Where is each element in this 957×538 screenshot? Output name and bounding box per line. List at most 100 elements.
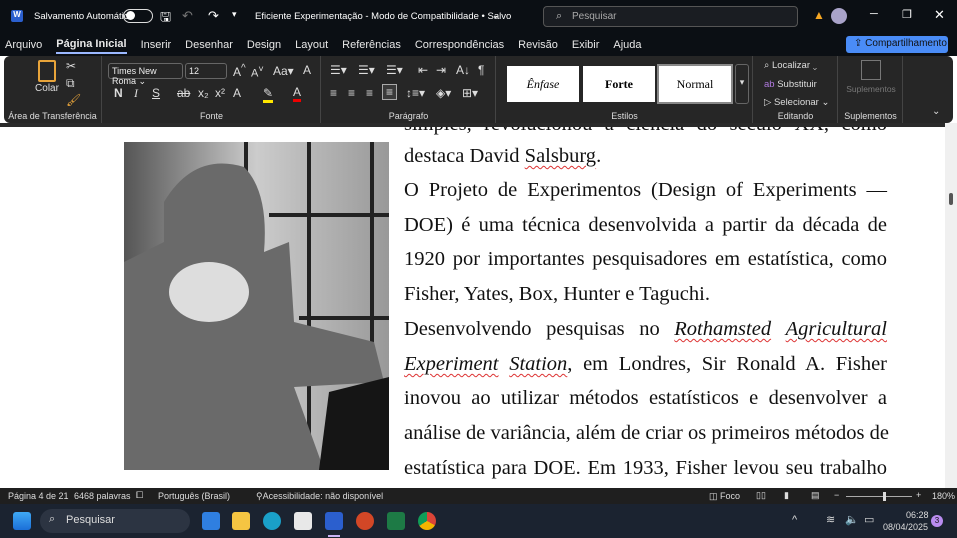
restore-icon[interactable]: ❐ (902, 8, 912, 21)
vertical-scrollbar[interactable] (945, 123, 957, 488)
volume-icon[interactable]: 🔈 (845, 513, 859, 526)
proofing-icon[interactable]: ⧠ (136, 490, 143, 501)
sort-icon[interactable]: A↓ (456, 63, 470, 77)
select-button[interactable]: ▷ Selecionar ⌄ (764, 97, 829, 108)
zoom-slider[interactable] (846, 492, 912, 501)
zoom-slider-thumb[interactable] (883, 492, 886, 501)
tab-revisao[interactable]: Revisão (518, 37, 558, 53)
zoom-in-icon[interactable]: + (916, 490, 921, 500)
accessibility-status[interactable]: ⚲Acessibilidade: não disponível (256, 491, 383, 502)
wifi-icon[interactable]: ≋ (826, 513, 835, 526)
chevron-down-icon[interactable]: ⌄ (492, 10, 500, 21)
styles-more-button[interactable]: ▾ (735, 64, 749, 104)
page-count[interactable]: Página 4 de 21 (8, 491, 69, 501)
search-input[interactable]: ⌕ Pesquisar (543, 6, 798, 27)
word-count[interactable]: 6468 palavras (74, 491, 131, 501)
align-right-icon[interactable]: ≡ (366, 86, 373, 100)
find-button[interactable]: ⌕ Localizar ⌄ (764, 60, 817, 71)
document-page[interactable]: simples, revolucionou a ciência do sécul… (0, 123, 945, 488)
collapse-ribbon-icon[interactable]: ⌄ (932, 106, 940, 117)
tab-desenhar[interactable]: Desenhar (185, 37, 233, 53)
decrease-indent-icon[interactable]: ⇤ (418, 63, 428, 77)
language[interactable]: Português (Brasil) (158, 491, 230, 501)
file-explorer-icon[interactable] (232, 512, 250, 530)
align-left-icon[interactable]: ≡ (330, 86, 337, 100)
borders-icon[interactable]: ⊞▾ (462, 86, 478, 100)
line-spacing-icon[interactable]: ↕≡▾ (406, 86, 425, 100)
bold-button[interactable]: N (114, 86, 123, 100)
italic-button[interactable]: I (134, 86, 138, 101)
font-size-select[interactable]: 12 (185, 63, 227, 79)
redo-icon[interactable]: ↷ (208, 8, 219, 24)
copy-icon[interactable]: ⧉ (66, 76, 75, 91)
warning-icon[interactable]: ▲ (813, 8, 825, 22)
battery-icon[interactable]: ▭ (864, 513, 874, 526)
paste-button[interactable]: Colar (34, 60, 60, 104)
taskbar-search[interactable]: ⌕ Pesquisar (40, 509, 190, 533)
tab-inserir[interactable]: Inserir (141, 37, 172, 53)
style-normal[interactable]: Normal (657, 64, 733, 104)
cut-icon[interactable]: ✂ (66, 59, 76, 73)
clock-time[interactable]: 06:28 (906, 510, 929, 520)
tray-chevron-icon[interactable]: ^ (792, 514, 797, 526)
increase-indent-icon[interactable]: ⇥ (436, 63, 446, 77)
read-mode-icon[interactable]: ▯▯ (756, 490, 766, 501)
notification-badge[interactable]: 3 (931, 515, 943, 527)
style-forte[interactable]: Forte (583, 66, 655, 102)
start-icon[interactable] (13, 512, 31, 530)
justify-icon[interactable]: ≡ (382, 84, 398, 100)
minimize-icon[interactable]: ─ (870, 8, 878, 20)
multilevel-list-icon[interactable]: ☰▾ (386, 63, 403, 77)
chrome-icon[interactable] (418, 512, 436, 530)
font-name-select[interactable]: Times New Roma ⌄ (108, 63, 183, 86)
grow-font-icon[interactable]: A^ (233, 63, 246, 79)
numbering-icon[interactable]: ☰▾ (358, 63, 375, 77)
tab-exibir[interactable]: Exibir (572, 37, 600, 53)
tab-layout[interactable]: Layout (295, 37, 328, 53)
zoom-out-icon[interactable]: − (834, 490, 839, 500)
align-center-icon[interactable]: ≡ (348, 86, 355, 100)
bullets-icon[interactable]: ☰▾ (330, 63, 347, 77)
undo-icon[interactable]: ↶ (182, 8, 193, 24)
excel-icon[interactable] (387, 512, 405, 530)
focus-button[interactable]: ◫ Foco (709, 491, 740, 502)
clear-format-icon[interactable]: A (303, 63, 311, 77)
edge-icon[interactable] (263, 512, 281, 530)
spell-error[interactable]: Salsburg (525, 145, 596, 167)
save-icon[interactable]: 🖫 (160, 8, 171, 30)
strikethrough-icon[interactable]: ab (177, 86, 190, 100)
replace-button[interactable]: ab Substituir (764, 79, 817, 90)
autosave-toggle[interactable] (123, 9, 153, 23)
tab-design[interactable]: Design (247, 37, 281, 53)
document-title[interactable]: Eficiente Experimentação - Modo de Compa… (255, 11, 511, 22)
customize-icon[interactable]: ▾ (232, 9, 237, 20)
tab-referencias[interactable]: Referências (342, 37, 401, 53)
addins-button[interactable]: Suplementos (843, 60, 899, 94)
close-icon[interactable]: ✕ (934, 7, 945, 23)
powerpoint-icon[interactable] (356, 512, 374, 530)
style-enfase[interactable]: Ênfase (507, 66, 579, 102)
tab-pagina-inicial[interactable]: Página Inicial (56, 36, 127, 54)
avatar[interactable] (831, 8, 847, 24)
change-case-icon[interactable]: Aa▾ (273, 64, 294, 78)
tab-correspondencias[interactable]: Correspondências (415, 37, 504, 53)
tab-arquivo[interactable]: Arquivo (5, 37, 42, 53)
subscript-icon[interactable]: x₂ (198, 86, 209, 100)
tab-ajuda[interactable]: Ajuda (613, 37, 641, 53)
share-button[interactable]: ⇪ Compartilhamento ⌄ (846, 36, 948, 60)
format-painter-icon[interactable]: 🖌 (66, 93, 81, 107)
task-view-icon[interactable] (202, 512, 220, 530)
highlight-icon[interactable]: ✎ (263, 86, 274, 103)
underline-button[interactable]: S (152, 86, 160, 100)
clock-date[interactable]: 08/04/2025 (883, 522, 928, 532)
font-color-icon[interactable]: A (293, 85, 302, 102)
shading-icon[interactable]: ◈▾ (436, 86, 451, 100)
shrink-font-icon[interactable]: A˅ (251, 64, 264, 80)
print-layout-icon[interactable]: ▮ (784, 490, 789, 501)
pilcrow-icon[interactable]: ¶ (478, 63, 484, 77)
superscript-icon[interactable]: x² (215, 86, 225, 100)
store-icon[interactable] (294, 512, 312, 530)
scrollbar-thumb[interactable] (949, 193, 953, 205)
word-app-icon[interactable] (325, 512, 343, 530)
zoom-level[interactable]: 180% (932, 491, 955, 501)
